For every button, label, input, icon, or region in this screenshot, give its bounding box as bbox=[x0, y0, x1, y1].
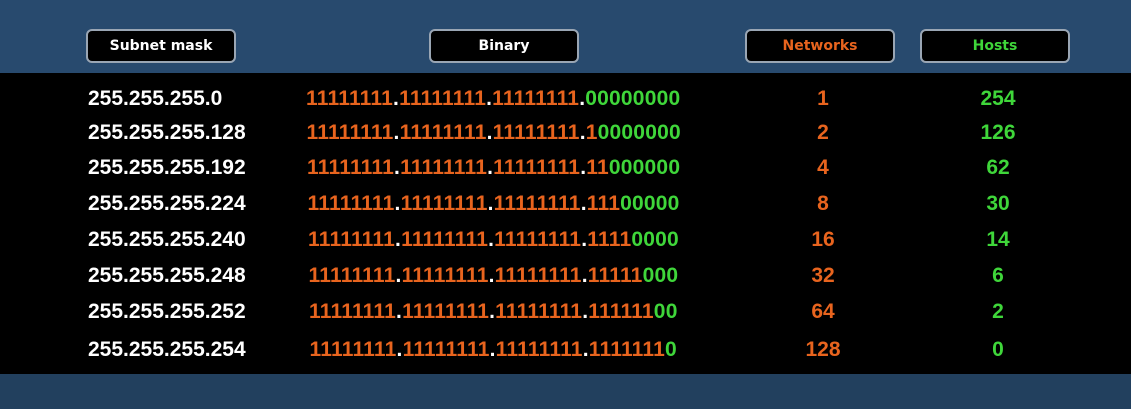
binary-value: 11111111.11111111.11111111.11100000 bbox=[307, 192, 680, 215]
subnet-mask-value: 255.255.255.128 bbox=[88, 121, 246, 144]
networks-value: 32 bbox=[811, 264, 835, 287]
hosts-value: 30 bbox=[986, 192, 1010, 215]
networks-value: 4 bbox=[817, 156, 829, 179]
table-row: 255.255.255.128 11111111.11111111.111111… bbox=[0, 116, 1131, 150]
binary-value: 11111111.11111111.11111111.00000000 bbox=[306, 87, 681, 110]
subnet-mask-header: Subnet mask bbox=[86, 29, 236, 63]
subnet-mask-value: 255.255.255.192 bbox=[88, 156, 246, 179]
subnet-mask-value: 255.255.255.0 bbox=[88, 87, 223, 110]
binary-value: 11111111.11111111.11111111.11110000 bbox=[308, 228, 679, 251]
hosts-value: 126 bbox=[980, 121, 1016, 144]
subnet-mask-value: 255.255.255.252 bbox=[88, 300, 246, 323]
binary-value: 11111111.11111111.11111111.11111110 bbox=[309, 338, 677, 361]
subnet-mask-value: 255.255.255.240 bbox=[88, 228, 246, 251]
table-row: 255.255.255.240 11111111.11111111.111111… bbox=[0, 223, 1131, 257]
hosts-value: 6 bbox=[992, 264, 1004, 287]
table-row: 255.255.255.0 11111111.11111111.11111111… bbox=[0, 82, 1131, 116]
subnet-mask-value: 255.255.255.254 bbox=[88, 338, 246, 361]
networks-value: 8 bbox=[817, 192, 829, 215]
hosts-value: 0 bbox=[992, 338, 1004, 361]
hosts-header: Hosts bbox=[920, 29, 1070, 63]
networks-value: 2 bbox=[817, 121, 829, 144]
binary-header: Binary bbox=[429, 29, 579, 63]
table-row: 255.255.255.224 11111111.11111111.111111… bbox=[0, 187, 1131, 221]
table-row: 255.255.255.254 11111111.11111111.111111… bbox=[0, 333, 1131, 367]
hosts-value: 2 bbox=[992, 300, 1004, 323]
binary-value: 11111111.11111111.11111111.10000000 bbox=[306, 121, 681, 144]
subnet-mask-value: 255.255.255.248 bbox=[88, 264, 246, 287]
binary-value: 11111111.11111111.11111111.11111000 bbox=[308, 264, 679, 287]
table-row: 255.255.255.252 11111111.11111111.111111… bbox=[0, 295, 1131, 329]
table-row: 255.255.255.192 11111111.11111111.111111… bbox=[0, 151, 1131, 185]
networks-value: 1 bbox=[817, 87, 829, 110]
networks-header: Networks bbox=[745, 29, 895, 63]
networks-value: 16 bbox=[811, 228, 835, 251]
table-row: 255.255.255.248 11111111.11111111.111111… bbox=[0, 259, 1131, 293]
hosts-value: 62 bbox=[986, 156, 1010, 179]
binary-value: 11111111.11111111.11111111.11000000 bbox=[307, 156, 681, 179]
binary-value: 11111111.11111111.11111111.11111100 bbox=[309, 300, 678, 323]
footer-band bbox=[0, 374, 1131, 409]
networks-value: 128 bbox=[805, 338, 841, 361]
networks-value: 64 bbox=[811, 300, 835, 323]
hosts-value: 254 bbox=[980, 87, 1016, 110]
subnet-mask-value: 255.255.255.224 bbox=[88, 192, 246, 215]
hosts-value: 14 bbox=[986, 228, 1010, 251]
